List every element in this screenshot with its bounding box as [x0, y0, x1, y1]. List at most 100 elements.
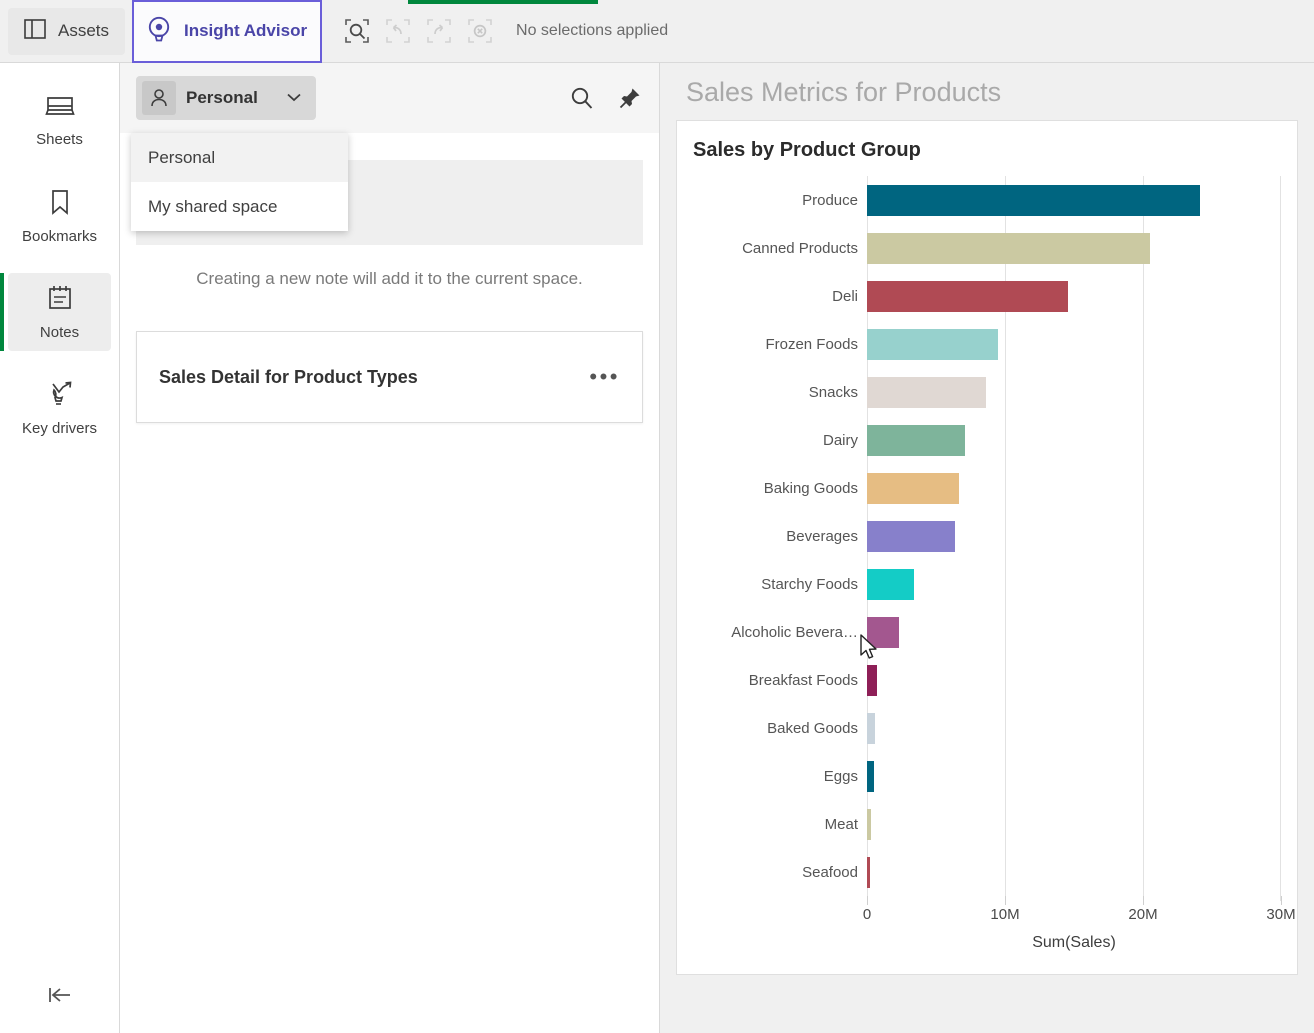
chart-bar-track	[867, 272, 1281, 320]
chart-bar-track	[867, 656, 1281, 704]
chart-bar-row[interactable]: Snacks	[693, 368, 1281, 416]
assets-label: Assets	[58, 21, 110, 40]
chart-bar-row[interactable]: Baking Goods	[693, 464, 1281, 512]
sidebar-item-bookmarks[interactable]: Bookmarks	[8, 177, 111, 255]
chart-bar[interactable]	[867, 425, 965, 456]
chart-title: Sales by Product Group	[693, 139, 921, 161]
key-drivers-icon	[45, 380, 75, 412]
insight-advisor-label: Insight Advisor	[183, 21, 308, 40]
chart-tick-mark	[1143, 896, 1144, 905]
chart-bar[interactable]	[867, 377, 986, 408]
undo-icon[interactable]	[381, 14, 415, 48]
chart-bar-track	[867, 512, 1281, 560]
notes-panel-header: Personal	[120, 63, 659, 133]
chart-bar-track	[867, 368, 1281, 416]
chart-bar[interactable]	[867, 233, 1150, 264]
chart-bar-row[interactable]: Produce	[693, 176, 1281, 224]
chart-category-label: Frozen Foods	[765, 335, 858, 353]
chart-bar-row[interactable]: Canned Products	[693, 224, 1281, 272]
space-selector-button[interactable]: Personal	[136, 76, 316, 120]
space-selector-label: Personal	[186, 88, 258, 107]
menu-item-my-shared-space[interactable]: My shared space	[131, 182, 348, 231]
chart-bar-row[interactable]: Dairy	[693, 416, 1281, 464]
redo-icon[interactable]	[422, 14, 456, 48]
chart-bar[interactable]	[867, 521, 956, 552]
chart-bar[interactable]	[867, 281, 1069, 312]
chart-bar-track	[867, 752, 1281, 800]
chart-tick-label: 20M	[1128, 906, 1158, 923]
clear-selections-icon[interactable]	[463, 14, 497, 48]
chart-bar[interactable]	[867, 569, 914, 600]
chart-bar-row[interactable]: Beverages	[693, 512, 1281, 560]
chart-tick-mark	[867, 896, 868, 905]
chart-bar-track	[867, 704, 1281, 752]
no-selections-text: No selections applied	[516, 22, 669, 39]
chart-bar-row[interactable]: Starchy Foods	[693, 560, 1281, 608]
chart-bar[interactable]	[867, 329, 999, 360]
chart-category-label: Meat	[824, 815, 858, 833]
chart-card[interactable]: Sales by Product Group Produce Canned Pro…	[676, 120, 1298, 975]
collapse-left-icon[interactable]	[0, 975, 120, 1015]
more-options-icon[interactable]: •••	[589, 366, 620, 388]
chart-bar[interactable]	[867, 665, 877, 696]
page-title: Sales Metrics for Products	[686, 77, 1002, 107]
content-area: Sales Metrics for Products Sales by Prod…	[660, 63, 1314, 1033]
assets-button[interactable]: Assets	[8, 7, 126, 55]
sidebar-item-key-drivers[interactable]: Key drivers	[8, 369, 111, 447]
sidebar-item-label: Bookmarks	[21, 227, 98, 245]
menu-item-label: Personal	[148, 147, 216, 167]
sidebar-item-sheets[interactable]: Sheets	[8, 81, 111, 159]
chart-bar-row[interactable]: Seafood	[693, 848, 1281, 896]
sidebar-item-label: Sheets	[36, 130, 83, 148]
chart-bar-row[interactable]: Frozen Foods	[693, 320, 1281, 368]
note-title: Sales Detail for Product Types	[159, 366, 418, 387]
chart-bar-track	[867, 224, 1281, 272]
search-icon[interactable]	[569, 85, 595, 111]
left-rail: Sheets Bookmarks Notes Key drivers	[0, 63, 120, 1033]
chart-category-label: Baked Goods	[767, 719, 858, 737]
menu-item-personal[interactable]: Personal	[131, 133, 348, 182]
chart-bar-track	[867, 416, 1281, 464]
chart-bar[interactable]	[867, 185, 1200, 216]
chart-bar[interactable]	[867, 809, 872, 840]
chart-tick-label: 30M	[1266, 906, 1296, 923]
chart-bar-row[interactable]: Deli	[693, 272, 1281, 320]
chart-tick-mark	[1005, 896, 1006, 905]
chart-bar-track	[867, 800, 1281, 848]
chart-plot-area[interactable]: Produce Canned Products Deli Frozen Foods Sn…	[693, 176, 1281, 901]
chart-bar-row[interactable]: Breakfast Foods	[693, 656, 1281, 704]
chart-category-label: Produce	[802, 191, 858, 209]
assets-panel-icon	[24, 18, 46, 44]
chevron-down-icon	[286, 89, 302, 107]
person-icon	[142, 81, 176, 115]
loading-progress-fill	[408, 0, 598, 4]
chart-tick-mark	[1281, 896, 1282, 905]
chart-bar-row[interactable]: Baked Goods	[693, 704, 1281, 752]
chart-bar-track	[867, 320, 1281, 368]
chart-bar-row[interactable]: Alcoholic Bevera…	[693, 608, 1281, 656]
chart-bar[interactable]	[867, 713, 875, 744]
selection-search-icon[interactable]	[340, 14, 374, 48]
chart-bar[interactable]	[867, 617, 899, 648]
sidebar-item-label: Key drivers	[21, 419, 98, 437]
top-toolbar: Assets Insight Advisor No selections app…	[0, 0, 1314, 63]
chart-bar-row[interactable]: Eggs	[693, 752, 1281, 800]
chart-bar-row[interactable]: Meat	[693, 800, 1281, 848]
loading-progress-bar	[0, 0, 1314, 4]
chart-x-axis-title: Sum(Sales)	[1032, 934, 1116, 951]
pin-icon[interactable]	[617, 85, 643, 111]
sidebar-item-notes[interactable]: Notes	[0, 273, 111, 351]
chart-category-label: Snacks	[808, 383, 858, 401]
chart-bar[interactable]	[867, 761, 874, 792]
bookmark-icon	[49, 188, 71, 220]
tab-insight-advisor[interactable]: Insight Advisor	[132, 0, 323, 63]
notes-header-actions	[569, 85, 643, 111]
list-item[interactable]: Sales Detail for Product Types •••	[136, 331, 643, 423]
chart-bar-track	[867, 848, 1281, 896]
chart-category-label: Starchy Foods	[761, 575, 858, 593]
sheets-icon	[44, 93, 75, 123]
chart-bar[interactable]	[867, 473, 960, 504]
chart-bar[interactable]	[867, 857, 870, 888]
chart-category-label: Seafood	[802, 863, 858, 881]
insight-advisor-icon	[147, 16, 171, 47]
